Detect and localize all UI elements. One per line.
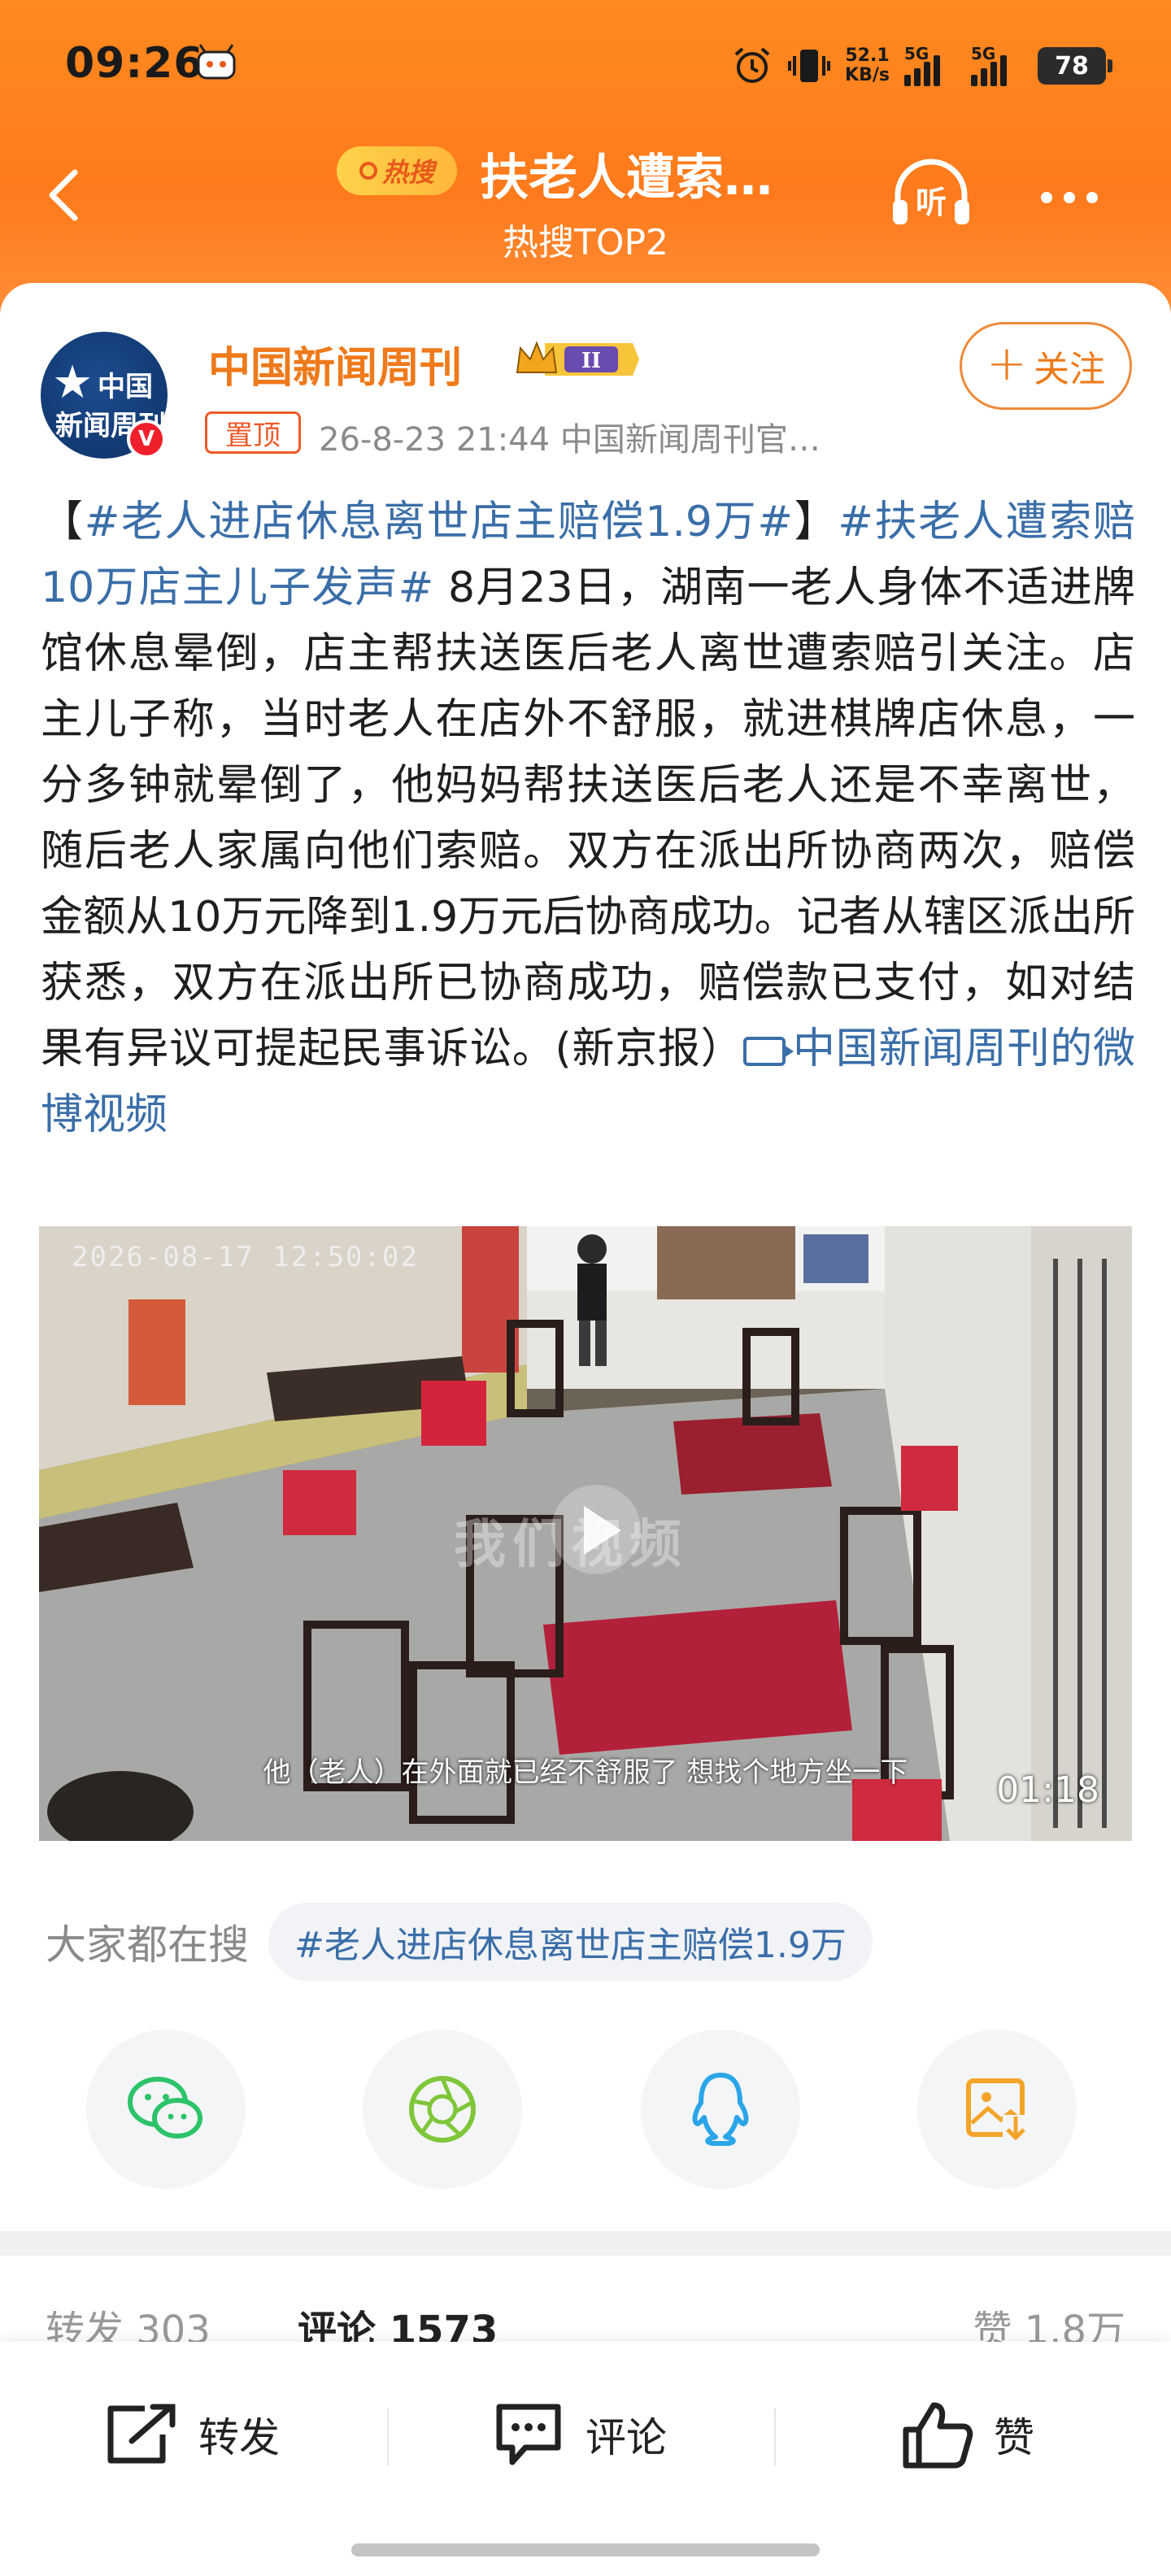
level-label: II: [581, 349, 601, 373]
avatar-text-1: 中国: [98, 371, 153, 403]
related-search-chip[interactable]: #老人进店休息离世店主赔偿1.9万: [268, 1903, 873, 1981]
like-button[interactable]: 赞: [899, 2394, 1034, 2475]
save-image-button[interactable]: [917, 2030, 1077, 2189]
separator: [387, 2408, 389, 2465]
separator: [774, 2408, 776, 2465]
follow-button[interactable]: + 关注: [960, 322, 1132, 410]
post-body: 【#老人进店休息离世店主赔偿1.9万#】#扶老人遭索赔10万店主儿子发声# 8月…: [41, 490, 1135, 1148]
wechat-icon: [128, 2077, 202, 2139]
post-card: ★ 中国 新闻周刊 V 中国新闻周刊 II 置顶 26-8-23 21:44 中…: [0, 283, 1171, 2234]
star-logo-icon: ★: [52, 356, 94, 409]
listen-icon[interactable]: 听: [886, 154, 976, 236]
hot-search-badge: 热搜: [337, 146, 457, 195]
section-divider: [0, 2231, 1171, 2256]
battery-icon: 78: [1038, 47, 1112, 85]
thumbs-up-icon: [903, 2402, 973, 2469]
follow-label: 关注: [1034, 349, 1106, 390]
battery-level: 78: [1055, 51, 1089, 80]
like-label: 赞: [994, 2414, 1034, 2461]
hot-badge-label: 热搜: [381, 157, 434, 188]
alarm-icon: [734, 47, 770, 83]
plus-icon: +: [986, 335, 1028, 392]
moments-icon: [409, 2076, 476, 2143]
comment-button[interactable]: 评论: [491, 2394, 667, 2475]
repost-label: 转发: [198, 2414, 280, 2461]
signal-sim2-icon: 5G: [971, 44, 1023, 86]
comment-label: 评论: [586, 2414, 667, 2461]
share-moments-button[interactable]: [363, 2030, 522, 2189]
clock: 09:26: [65, 39, 204, 88]
video-duration: 01:18: [996, 1769, 1099, 1811]
sim1-label: 5G: [904, 44, 929, 63]
crown-level-icon: II: [516, 341, 639, 376]
net-speed-value: 52.1: [845, 46, 890, 66]
bottom-action-bar: 转发 评论 赞: [0, 2342, 1171, 2576]
repost-icon: [107, 2404, 176, 2464]
top-nav: 热搜 扶老人遭索… 热搜TOP2 听: [0, 122, 1171, 285]
net-speed-unit: KB/s: [845, 65, 890, 85]
save-image-icon: [966, 2078, 1030, 2143]
page-title: 扶老人遭索…: [480, 150, 773, 207]
video-player[interactable]: 2026-08-17 12:50:02 我们视频 他（老人）在外面就已经不舒服了…: [39, 1226, 1132, 1841]
share-qq-button[interactable]: [641, 2030, 800, 2189]
play-icon[interactable]: [551, 1485, 641, 1574]
home-indicator[interactable]: [351, 2543, 820, 2556]
app-notification-icon: [197, 44, 236, 80]
signal-sim1-icon: 5G: [904, 44, 956, 86]
share-row: [0, 2030, 1171, 2192]
author-name[interactable]: 中国新闻周刊: [208, 333, 462, 394]
stats-row: 转发 303 评论 1573 赞 1.8万: [0, 2261, 1171, 2353]
status-bar: 09:26 52.1 KB/s 5G 5G 78: [0, 33, 1171, 98]
video-subtitle: 他（老人）在外面就已经不舒服了 想找个地方坐一下: [263, 1756, 908, 1789]
verified-badge: V: [127, 420, 166, 459]
post-text: 8月23日，湖南一老人身体不适进牌馆休息晕倒，店主帮扶送医后老人离世遭索赔引关注…: [41, 564, 1135, 1073]
vibrate-icon: [788, 50, 831, 82]
qq-icon: [692, 2073, 749, 2146]
related-search-label: 大家都在搜: [46, 1921, 249, 1969]
pinned-tag: 置顶: [205, 411, 301, 454]
listen-label: 听: [916, 185, 947, 220]
topic-tag-1[interactable]: #老人进店休息离世店主赔偿1.9万#: [85, 498, 793, 546]
bracket-open: 【: [41, 498, 85, 546]
post-meta: 26-8-23 21:44 中国新闻周刊官…: [319, 421, 821, 459]
repost-button[interactable]: 转发: [104, 2394, 280, 2475]
net-speed: 52.1 KB/s: [845, 46, 890, 85]
search-icon: [359, 162, 377, 180]
sim2-label: 5G: [971, 44, 996, 63]
more-icon[interactable]: [1041, 185, 1114, 210]
comment-icon: [496, 2404, 561, 2465]
share-wechat-button[interactable]: [86, 2030, 246, 2189]
related-search-row: 大家都在搜 #老人进店休息离世店主赔偿1.9万: [46, 1901, 873, 1982]
page-subtitle: 热搜TOP2: [502, 222, 669, 263]
video-camera-icon: [743, 1037, 794, 1066]
video-timestamp: 2026-08-17 12:50:02: [72, 1241, 419, 1273]
bracket-close: 】: [792, 498, 838, 546]
